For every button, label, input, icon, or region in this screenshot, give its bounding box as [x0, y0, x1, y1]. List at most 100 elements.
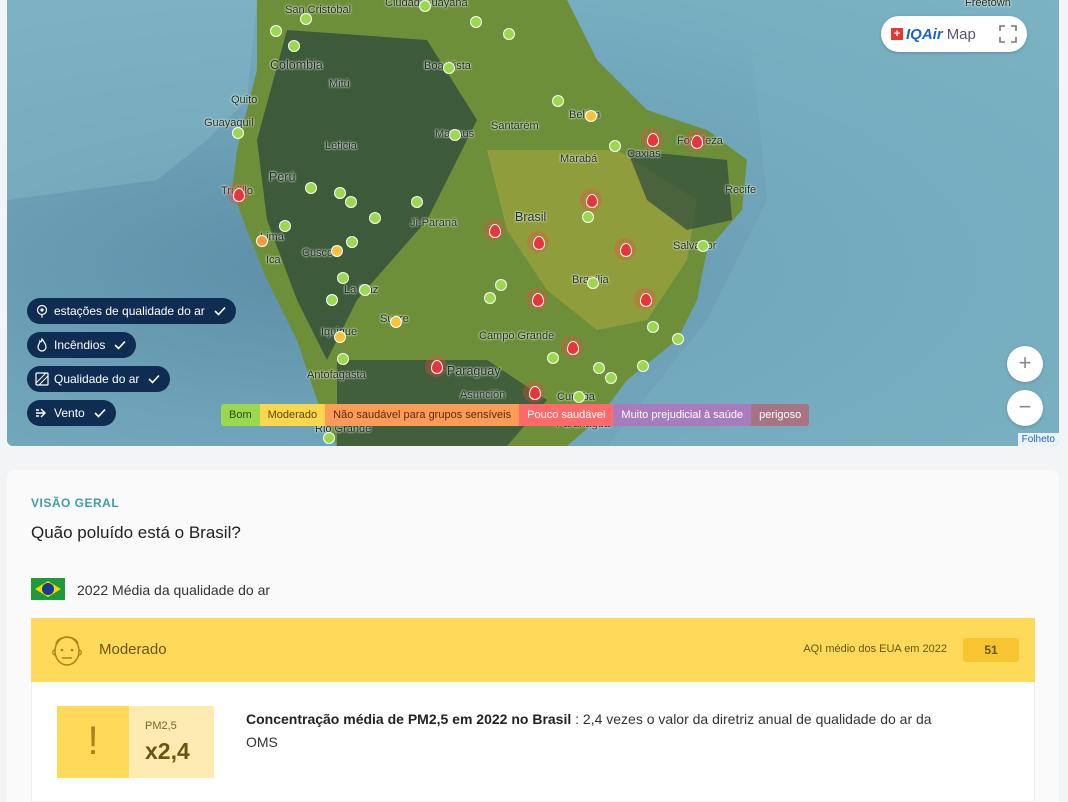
place-label: Santarém [491, 120, 539, 132]
station-marker[interactable] [637, 360, 649, 372]
iqair-map-badge[interactable]: + IQAir Map [881, 16, 1027, 52]
place-label: Freetown [965, 0, 1011, 9]
station-marker[interactable] [552, 95, 564, 107]
wind-icon [35, 406, 49, 420]
us-aqi-label: AQI médio dos EUA em 2022 [803, 643, 947, 655]
station-marker[interactable] [326, 294, 338, 306]
layer-toggle-wind[interactable]: Vento [27, 400, 116, 426]
station-marker[interactable] [305, 182, 317, 194]
place-label: Brasil [515, 210, 547, 224]
station-marker[interactable] [443, 62, 455, 74]
station-marker[interactable] [346, 236, 358, 248]
neutral-face-icon [52, 636, 82, 666]
station-marker[interactable] [593, 362, 605, 374]
fire-marker[interactable] [614, 238, 636, 260]
fire-marker[interactable] [483, 219, 505, 241]
station-marker[interactable] [470, 16, 482, 28]
brand-map-label: Map [946, 25, 976, 43]
fire-marker[interactable] [580, 189, 602, 211]
fire-marker[interactable] [523, 381, 545, 403]
pm25-detail: ! PM2,5 x2,4 Concentração média de PM2,5… [31, 682, 1035, 802]
place-label: Antofagasta [307, 369, 366, 381]
overview-card: VISÃO GERAL Quão poluído está o Brasil? … [7, 470, 1059, 802]
station-marker[interactable] [647, 321, 659, 333]
station-marker[interactable] [495, 279, 507, 291]
station-marker[interactable] [359, 284, 371, 296]
station-marker[interactable] [582, 211, 594, 223]
fire-marker[interactable] [634, 288, 656, 310]
layer-label: Qualidade do ar [54, 372, 140, 386]
fire-marker[interactable] [641, 128, 663, 150]
fire-marker[interactable] [526, 288, 548, 310]
station-marker[interactable] [411, 196, 423, 208]
layer-toggle-air-quality[interactable]: Qualidade do ar [27, 366, 171, 392]
fire-marker[interactable] [561, 336, 583, 358]
swiss-flag-icon: + [891, 28, 903, 40]
layer-toggle-fires[interactable]: Incêndios [27, 332, 137, 358]
station-marker[interactable] [609, 140, 621, 152]
station-marker[interactable] [585, 110, 597, 122]
station-marker[interactable] [390, 316, 402, 328]
station-marker[interactable] [547, 352, 559, 364]
section-kicker: VISÃO GERAL [31, 496, 120, 510]
layer-label: estações de qualidade do ar [54, 304, 205, 318]
station-marker[interactable] [288, 40, 300, 52]
station-marker[interactable] [672, 333, 684, 345]
layer-label: Incêndios [54, 338, 106, 352]
place-label: Asunción [460, 389, 506, 401]
station-marker[interactable] [605, 372, 617, 384]
station-marker[interactable] [300, 13, 312, 25]
station-marker[interactable] [369, 212, 381, 224]
check-icon [214, 306, 226, 316]
legend-unhealthy-sensitive: Não saudável para grupos sensíveis [325, 404, 520, 426]
check-icon [94, 408, 106, 418]
exclamation-icon: ! [57, 706, 129, 778]
pm25-label: PM2,5 [145, 720, 177, 732]
pm25-multiplier: x2,4 [145, 738, 190, 764]
air-quality-map[interactable]: San Cristóbal Ciudad Guayana Freetown Co… [7, 0, 1059, 446]
place-label: Mitú [329, 78, 350, 90]
station-marker[interactable] [345, 196, 357, 208]
station-marker[interactable] [323, 432, 335, 444]
average-label: 2022 Média da qualidade do ar [77, 582, 271, 598]
legend-very-unhealthy: Muito prejudicial à saúde [613, 404, 752, 426]
place-label: San Cristóbal [285, 4, 352, 16]
legend-good: Bom [221, 404, 260, 426]
station-marker[interactable] [449, 129, 461, 141]
place-label: Recife [725, 184, 757, 196]
brazil-flag-icon [31, 578, 65, 600]
station-marker[interactable] [587, 277, 599, 289]
station-marker[interactable] [256, 235, 268, 247]
aqi-legend: Bom Moderado Não saudável para grupos se… [221, 404, 810, 426]
station-marker[interactable] [697, 240, 709, 252]
fire-marker[interactable] [527, 231, 549, 253]
station-marker[interactable] [232, 127, 244, 139]
station-marker[interactable] [270, 25, 282, 37]
station-marker[interactable] [331, 245, 343, 257]
map-attribution-link[interactable]: Folheto [1017, 433, 1059, 446]
place-label: Leticia [325, 140, 357, 152]
station-marker[interactable] [334, 187, 346, 199]
fire-marker[interactable] [425, 355, 447, 377]
station-marker[interactable] [337, 272, 349, 284]
station-marker[interactable] [573, 391, 585, 403]
station-icon [35, 304, 49, 318]
fire-marker[interactable] [227, 183, 249, 205]
station-marker[interactable] [334, 331, 346, 343]
legend-moderate: Moderado [259, 404, 326, 426]
legend-hazardous: perigoso [751, 404, 810, 426]
fire-marker[interactable] [685, 130, 707, 152]
brand-logo: IQAir [906, 25, 943, 43]
station-marker[interactable] [419, 0, 431, 12]
station-marker[interactable] [337, 353, 349, 365]
place-label: Marabá [560, 153, 598, 165]
layer-toggle-stations[interactable]: estações de qualidade do ar [27, 298, 236, 324]
station-marker[interactable] [279, 220, 291, 232]
station-marker[interactable] [484, 292, 496, 304]
fullscreen-icon[interactable] [999, 25, 1017, 43]
zoom-in-button[interactable]: + [1007, 346, 1043, 382]
place-label: Ica [266, 254, 281, 266]
station-marker[interactable] [503, 28, 515, 40]
zoom-out-button[interactable]: − [1007, 390, 1043, 426]
place-label: Perú [269, 170, 296, 184]
